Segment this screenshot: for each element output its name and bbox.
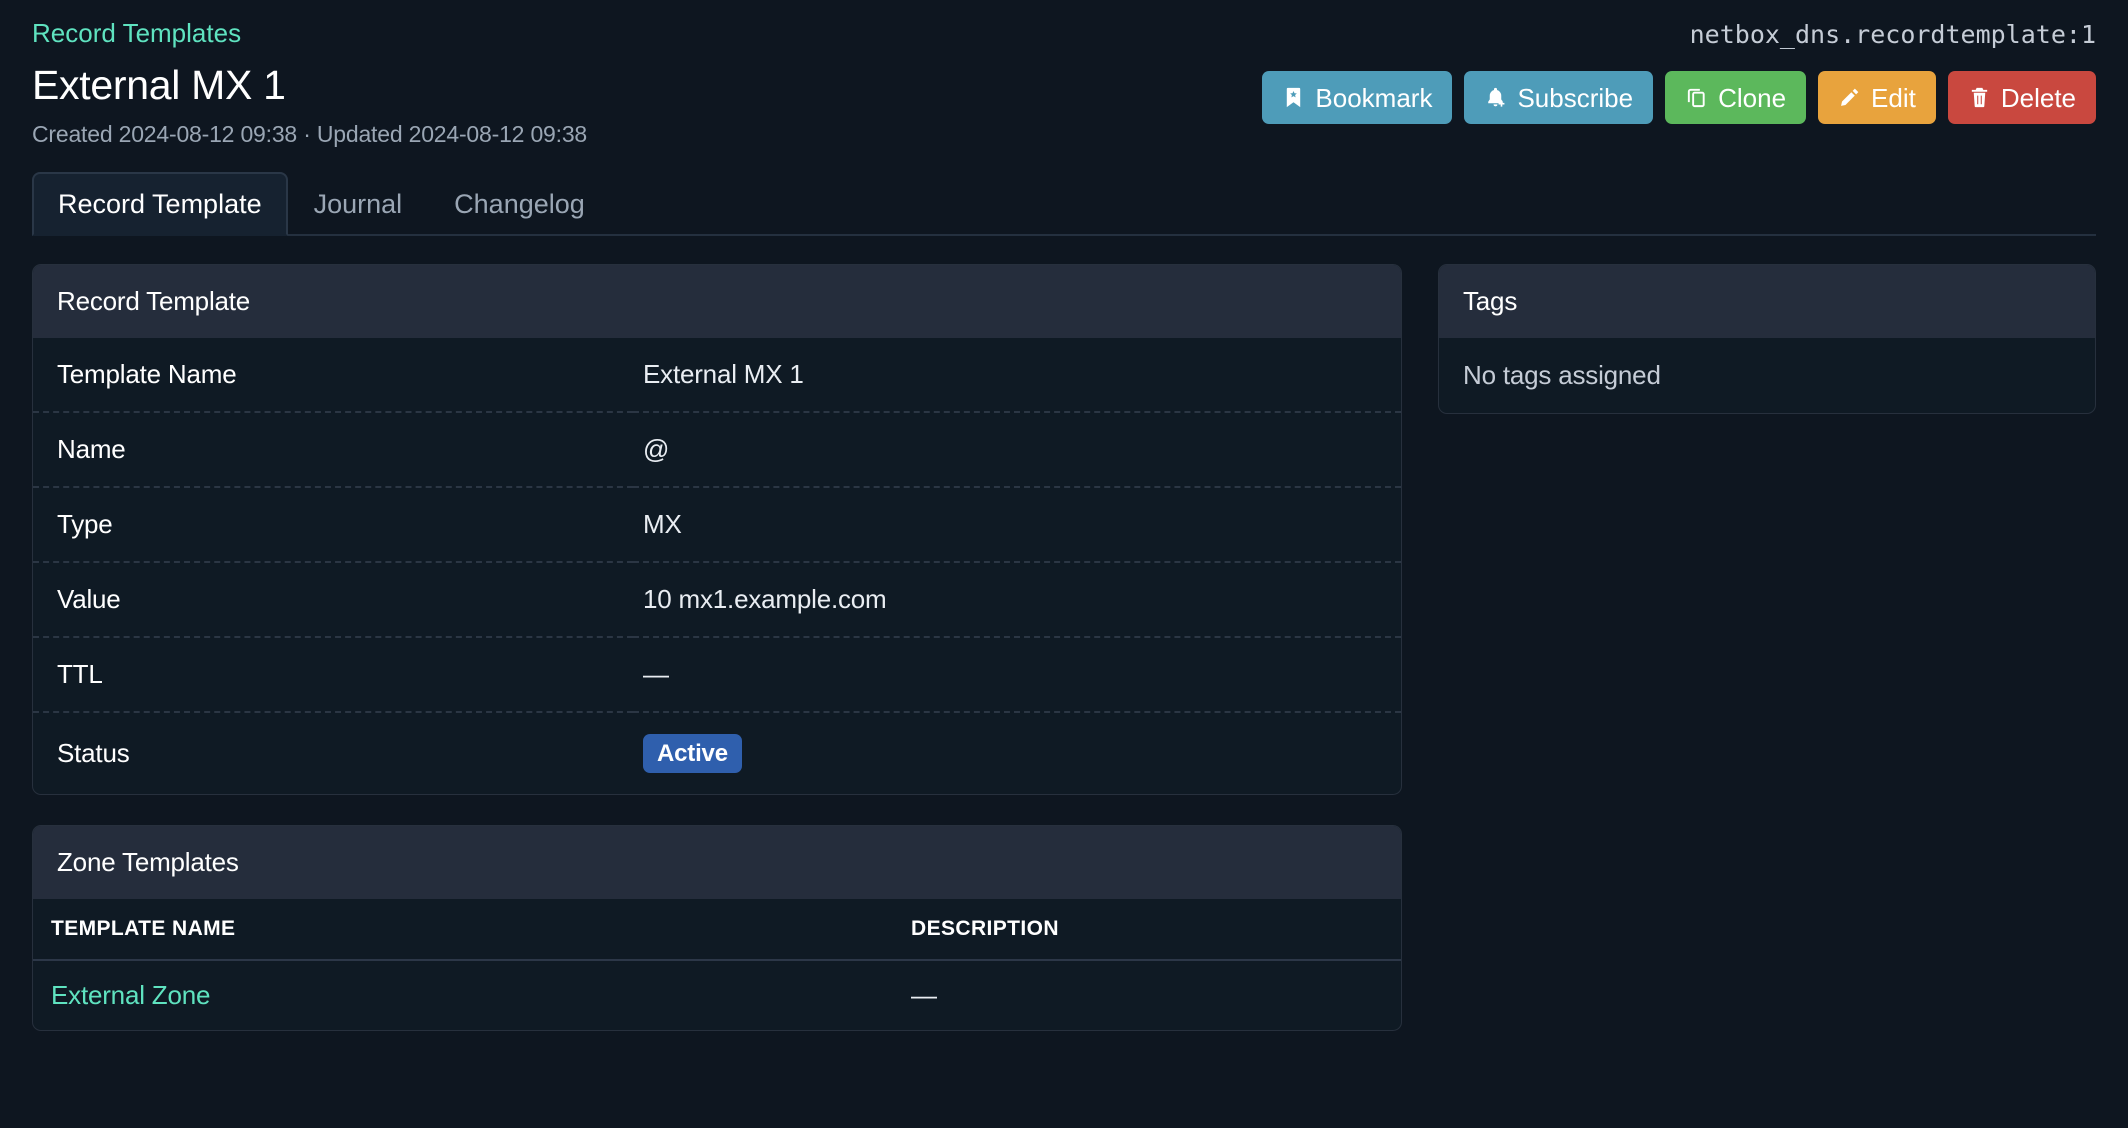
page-root: netbox_dns.recordtemplate:1 Record Templ…: [0, 0, 2128, 1128]
delete-button-label: Delete: [2000, 82, 2076, 113]
table-row: TTL —: [33, 636, 1401, 713]
zone-templates-card-title: Zone Templates: [33, 826, 1401, 900]
clone-button-label: Clone: [1718, 82, 1787, 113]
title-block: External MX 1 Created 2024-08-12 09:38 ·…: [32, 63, 587, 148]
tab-changelog[interactable]: Changelog: [428, 172, 611, 236]
tab-bar: Record Template Journal Changelog: [32, 171, 2096, 237]
zone-template-link[interactable]: External Zone: [51, 980, 210, 1010]
record-template-card-title: Record Template: [33, 265, 1401, 339]
tags-empty-message: No tags assigned: [1463, 360, 1661, 391]
table-row: Type MX: [33, 486, 1401, 563]
zone-templates-table: TEMPLATE NAME DESCRIPTION External Zone …: [33, 899, 1401, 1030]
zone-templates-card: Zone Templates TEMPLATE NAME DESCRIPTION…: [32, 825, 1402, 1032]
object-identifier: netbox_dns.recordtemplate:1: [1689, 20, 2096, 49]
row-label-type: Type: [33, 486, 633, 563]
row-value-ttl: —: [633, 636, 1401, 713]
pencil-icon: [1838, 86, 1861, 109]
tab-journal[interactable]: Journal: [288, 172, 429, 236]
tab-record-template[interactable]: Record Template: [32, 171, 288, 237]
column-header-template-name[interactable]: TEMPLATE NAME: [33, 899, 893, 962]
content-area: Record Template Template Name External M…: [32, 264, 2096, 1032]
cell-template-name: External Zone: [33, 960, 893, 1030]
table-row: External Zone —: [33, 960, 1401, 1030]
row-value-status: Active: [633, 711, 1401, 795]
status-badge: Active: [643, 734, 742, 774]
table-row: Name @: [33, 411, 1401, 488]
page-title: External MX 1: [32, 62, 286, 109]
row-value-value: 10 mx1.example.com: [633, 561, 1401, 638]
row-label-ttl: TTL: [33, 636, 633, 713]
title-row: External MX 1 Created 2024-08-12 09:38 ·…: [32, 63, 2096, 148]
row-value-type: MX: [633, 486, 1401, 563]
row-label-template-name: Template Name: [57, 359, 237, 390]
created-updated-meta: Created 2024-08-12 09:38 · Updated 2024-…: [32, 121, 587, 148]
table-header-row: TEMPLATE NAME DESCRIPTION: [33, 899, 1401, 962]
edit-button[interactable]: Edit: [1818, 71, 1936, 125]
right-column: Tags No tags assigned: [1438, 264, 2096, 415]
cell-description: —: [911, 980, 937, 1011]
row-value-name: @: [633, 411, 1401, 488]
edit-button-label: Edit: [1871, 82, 1916, 113]
copy-icon: [1685, 86, 1708, 109]
table-row: Value 10 mx1.example.com: [33, 561, 1401, 638]
breadcrumb-record-templates[interactable]: Record Templates: [32, 18, 241, 49]
bookmark-button[interactable]: Bookmark: [1262, 71, 1453, 125]
row-value-template-name: External MX 1: [643, 359, 804, 390]
page-header: netbox_dns.recordtemplate:1 Record Templ…: [32, 0, 2096, 148]
row-label-value: Value: [33, 561, 633, 638]
bell-plus-icon: [1484, 86, 1507, 109]
subscribe-button-label: Subscribe: [1517, 82, 1634, 113]
left-column: Record Template Template Name External M…: [32, 264, 1402, 1032]
bookmark-button-label: Bookmark: [1315, 82, 1433, 113]
clone-button[interactable]: Clone: [1665, 71, 1807, 125]
record-template-card: Record Template Template Name External M…: [32, 264, 1402, 796]
trash-icon: [1968, 86, 1991, 109]
tags-card-title: Tags: [1439, 265, 2095, 339]
action-buttons: Bookmark Subscribe Clone Edit Delete: [1262, 63, 2096, 125]
row-label-name: Name: [33, 411, 633, 488]
table-row: Template Name External MX 1: [33, 338, 1401, 412]
row-label-status: Status: [33, 711, 633, 795]
record-template-detail-table: Template Name External MX 1 Name @ Type …: [33, 338, 1401, 795]
column-header-description[interactable]: DESCRIPTION: [893, 899, 1401, 962]
delete-button[interactable]: Delete: [1947, 71, 2096, 125]
subscribe-button[interactable]: Subscribe: [1464, 71, 1654, 125]
tags-card: Tags No tags assigned: [1438, 264, 2096, 415]
bookmark-icon: [1282, 86, 1305, 109]
table-row: Status Active: [33, 711, 1401, 795]
